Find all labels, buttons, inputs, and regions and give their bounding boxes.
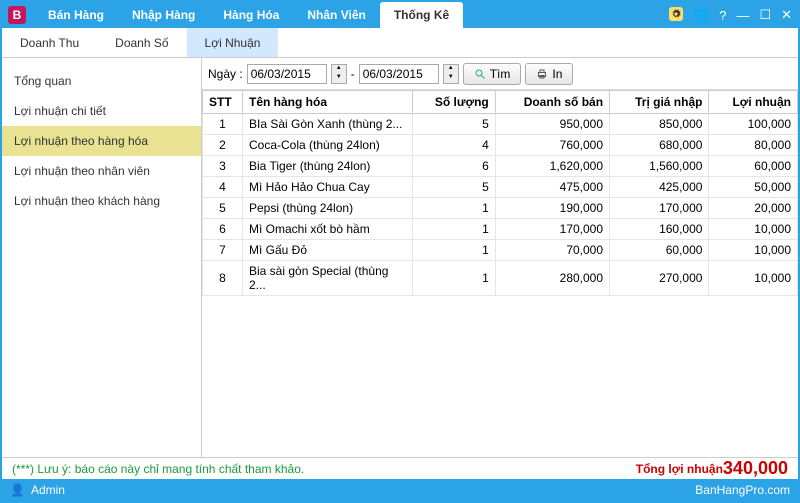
- sidebar-item-1[interactable]: Lợi nhuận chi tiết: [2, 96, 201, 126]
- find-button[interactable]: Tìm: [463, 63, 522, 85]
- status-brand: BanHangPro.com: [695, 483, 790, 497]
- globe-icon[interactable]: 🌐: [693, 7, 709, 23]
- close-button[interactable]: ✕: [781, 7, 792, 23]
- table-row[interactable]: 1BIa Sài Gòn Xanh (thùng 2...5950,000850…: [203, 114, 798, 135]
- main-pane: Ngày : ▲▼ - ▲▼ Tìm In STTTên hàng hóaSố …: [202, 58, 798, 457]
- table-row[interactable]: 6Mì Omachi xốt bò hầm1170,000160,00010,0…: [203, 219, 798, 240]
- subtab-0[interactable]: Doanh Thu: [2, 28, 97, 57]
- find-button-label: Tìm: [490, 67, 511, 81]
- sub-tab-bar: Doanh ThuDoanh SốLợi Nhuận: [2, 28, 798, 58]
- col-header-2[interactable]: Số lượng: [413, 91, 496, 114]
- menu-item-1[interactable]: Nhập Hàng: [118, 2, 209, 28]
- sidebar-item-3[interactable]: Lợi nhuận theo nhân viên: [2, 156, 201, 186]
- settings-gear-icon[interactable]: [669, 7, 683, 24]
- table-row[interactable]: 8Bia sài gòn Special (thùng 2...1280,000…: [203, 261, 798, 296]
- table-wrap[interactable]: STTTên hàng hóaSố lượngDoanh số bánTrị g…: [202, 90, 798, 457]
- col-header-3[interactable]: Doanh số bán: [495, 91, 609, 114]
- menu-item-3[interactable]: Nhân Viên: [293, 2, 379, 28]
- footer-note: (***) Lưu ý: báo cáo này chỉ mang tính c…: [12, 462, 304, 476]
- col-header-0[interactable]: STT: [203, 91, 243, 114]
- maximize-button[interactable]: ☐: [759, 7, 771, 23]
- table-row[interactable]: 2Coca-Cola (thùng 24lon)4760,000680,0008…: [203, 135, 798, 156]
- date-label: Ngày :: [208, 67, 243, 81]
- date-separator: -: [351, 67, 355, 81]
- app-logo: B: [8, 6, 26, 24]
- date-to-input[interactable]: [359, 64, 439, 84]
- sidebar-item-2[interactable]: Lợi nhuận theo hàng hóa: [2, 126, 201, 156]
- menu-item-0[interactable]: Bán Hàng: [34, 2, 118, 28]
- col-header-1[interactable]: Tên hàng hóa: [243, 91, 413, 114]
- menu-item-2[interactable]: Hàng Hóa: [209, 2, 293, 28]
- user-icon: 👤: [10, 483, 25, 497]
- minimize-button[interactable]: —: [736, 8, 749, 23]
- subtab-1[interactable]: Doanh Số: [97, 28, 186, 57]
- total-profit-label: Tổng lợi nhuận: [636, 462, 723, 476]
- total-profit-value: 340,000: [723, 458, 788, 479]
- table-row[interactable]: 5Pepsi (thùng 24lon)1190,000170,00020,00…: [203, 198, 798, 219]
- profit-table: STTTên hàng hóaSố lượngDoanh số bánTrị g…: [202, 90, 798, 296]
- table-row[interactable]: 4Mì Hảo Hảo Chua Cay5475,000425,00050,00…: [203, 177, 798, 198]
- status-user: Admin: [31, 483, 65, 497]
- date-from-input[interactable]: [247, 64, 327, 84]
- print-button-label: In: [552, 67, 562, 81]
- printer-icon: [536, 68, 548, 80]
- date-to-spinner[interactable]: ▲▼: [443, 64, 459, 84]
- col-header-5[interactable]: Lợi nhuận: [709, 91, 798, 114]
- help-icon[interactable]: ?: [719, 8, 726, 23]
- filter-bar: Ngày : ▲▼ - ▲▼ Tìm In: [202, 58, 798, 90]
- table-row[interactable]: 7Mì Gấu Đỏ170,00060,00010,000: [203, 240, 798, 261]
- print-button[interactable]: In: [525, 63, 573, 85]
- main-menu: Bán HàngNhập HàngHàng HóaNhân ViênThống …: [34, 2, 463, 28]
- search-icon: [474, 68, 486, 80]
- titlebar: B Bán HàngNhập HàngHàng HóaNhân ViênThốn…: [2, 2, 798, 28]
- footer-summary: (***) Lưu ý: báo cáo này chỉ mang tính c…: [2, 457, 798, 479]
- table-row[interactable]: 3Bia Tiger (thùng 24lon)61,620,0001,560,…: [203, 156, 798, 177]
- menu-item-4[interactable]: Thống Kê: [380, 2, 463, 28]
- sidebar: Tổng quanLợi nhuận chi tiếtLợi nhuận the…: [2, 58, 202, 457]
- col-header-4[interactable]: Trị giá nhập: [610, 91, 709, 114]
- title-icons: 🌐 ? — ☐ ✕: [669, 7, 792, 24]
- status-bar: 👤 Admin BanHangPro.com: [2, 479, 798, 501]
- sidebar-item-4[interactable]: Lợi nhuận theo khách hàng: [2, 186, 201, 216]
- sidebar-item-0[interactable]: Tổng quan: [2, 66, 201, 96]
- subtab-2[interactable]: Lợi Nhuận: [187, 28, 279, 57]
- date-from-spinner[interactable]: ▲▼: [331, 64, 347, 84]
